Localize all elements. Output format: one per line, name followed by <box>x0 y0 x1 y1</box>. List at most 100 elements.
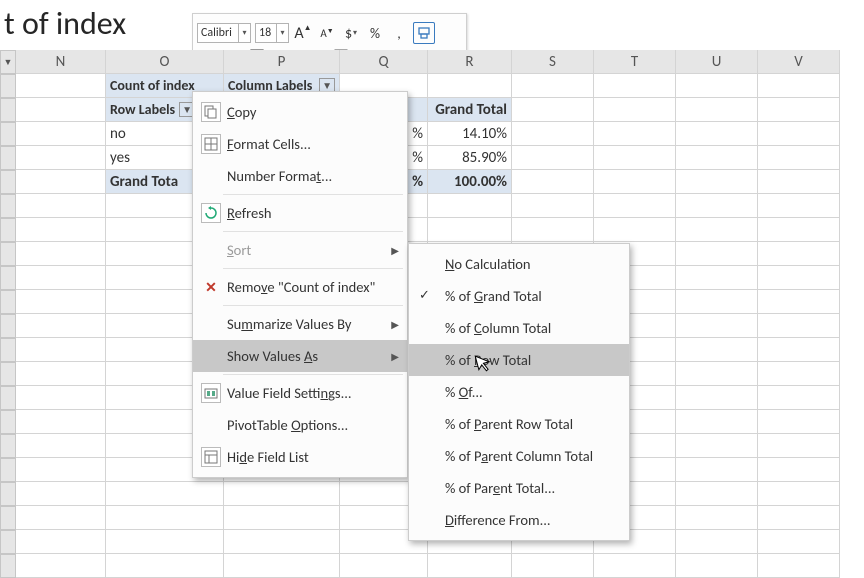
cell[interactable] <box>16 530 106 554</box>
cell[interactable] <box>512 74 594 98</box>
cell[interactable] <box>758 218 840 242</box>
cell[interactable] <box>16 170 106 194</box>
column-header-T[interactable]: T <box>594 50 676 74</box>
cell[interactable] <box>340 554 428 578</box>
submenu-no-calculation[interactable]: No Calculation <box>409 248 629 280</box>
cell[interactable] <box>758 74 840 98</box>
cell[interactable] <box>676 218 758 242</box>
decrease-font-size-icon[interactable]: A▼ <box>317 23 337 43</box>
cell[interactable] <box>676 410 758 434</box>
submenu-pct-parent-column-total[interactable]: % of Parent Column Total <box>409 440 629 472</box>
submenu-pct-column-total[interactable]: % of Column Total <box>409 312 629 344</box>
cell[interactable] <box>16 482 106 506</box>
cell[interactable] <box>676 530 758 554</box>
cell[interactable] <box>758 338 840 362</box>
cell[interactable] <box>758 554 840 578</box>
row-header[interactable] <box>0 194 16 218</box>
menu-value-field-settings[interactable]: Value Field Settings... <box>193 377 407 409</box>
cell[interactable] <box>676 242 758 266</box>
cell[interactable] <box>758 386 840 410</box>
cell[interactable] <box>758 146 840 170</box>
row-header[interactable] <box>0 362 16 386</box>
cell[interactable] <box>676 74 758 98</box>
format-painter-icon[interactable] <box>413 22 435 44</box>
cell[interactable] <box>512 194 594 218</box>
cell[interactable] <box>16 194 106 218</box>
row-header[interactable] <box>0 98 16 122</box>
cell[interactable] <box>106 530 224 554</box>
cell[interactable] <box>224 506 340 530</box>
percent-style-icon[interactable]: % <box>365 23 385 43</box>
submenu-pct-parent-row-total[interactable]: % of Parent Row Total <box>409 408 629 440</box>
cell[interactable] <box>758 410 840 434</box>
row-header[interactable] <box>0 74 16 98</box>
cell[interactable] <box>594 218 676 242</box>
cell[interactable] <box>224 482 340 506</box>
submenu-pct-of[interactable]: % Of... <box>409 376 629 408</box>
row-header[interactable] <box>0 218 16 242</box>
cell[interactable] <box>428 218 512 242</box>
menu-remove[interactable]: ✕ Remove "Count of index" <box>193 271 407 303</box>
menu-hide-field-list[interactable]: Hide Field List <box>193 441 407 473</box>
cell[interactable] <box>758 122 840 146</box>
cell[interactable] <box>512 218 594 242</box>
cell[interactable] <box>224 554 340 578</box>
cell[interactable] <box>16 410 106 434</box>
cell[interactable] <box>16 266 106 290</box>
cell[interactable] <box>758 266 840 290</box>
row-header[interactable] <box>0 482 16 506</box>
submenu-difference-from[interactable]: Difference From... <box>409 504 629 536</box>
cell[interactable] <box>16 554 106 578</box>
cell[interactable] <box>758 170 840 194</box>
cell[interactable] <box>594 554 676 578</box>
menu-format-cells[interactable]: Format Cells... <box>193 128 407 160</box>
cell[interactable] <box>758 458 840 482</box>
cell[interactable] <box>16 386 106 410</box>
cell[interactable] <box>676 290 758 314</box>
column-header-U[interactable]: U <box>676 50 758 74</box>
cell[interactable] <box>676 506 758 530</box>
cell[interactable] <box>758 434 840 458</box>
pivot-value[interactable]: 85.90% <box>428 146 512 170</box>
row-header[interactable] <box>0 554 16 578</box>
cell[interactable] <box>16 458 106 482</box>
menu-number-format[interactable]: Number Format... <box>193 160 407 192</box>
cell[interactable] <box>676 146 758 170</box>
row-header[interactable] <box>0 386 16 410</box>
row-header[interactable] <box>0 290 16 314</box>
cell[interactable] <box>594 170 676 194</box>
cell[interactable] <box>512 554 594 578</box>
select-all-cell[interactable]: ▼ <box>0 50 16 74</box>
cell[interactable] <box>758 530 840 554</box>
cell[interactable] <box>676 434 758 458</box>
row-header[interactable] <box>0 170 16 194</box>
cell[interactable] <box>16 290 106 314</box>
cell[interactable] <box>16 242 106 266</box>
column-header-O[interactable]: O <box>106 50 224 74</box>
pivot-value[interactable]: 14.10% <box>428 122 512 146</box>
cell[interactable] <box>676 170 758 194</box>
menu-sort[interactable]: Sort ▶ <box>193 234 407 266</box>
cell[interactable] <box>512 98 594 122</box>
cell[interactable] <box>428 554 512 578</box>
row-header[interactable] <box>0 458 16 482</box>
cell[interactable] <box>512 170 594 194</box>
cell[interactable] <box>758 242 840 266</box>
row-header[interactable] <box>0 314 16 338</box>
cell[interactable] <box>512 122 594 146</box>
submenu-pct-grand-total[interactable]: ✓ % of Grand Total <box>409 280 629 312</box>
row-header[interactable] <box>0 338 16 362</box>
cell[interactable] <box>676 122 758 146</box>
cell[interactable] <box>106 554 224 578</box>
cell[interactable] <box>758 482 840 506</box>
comma-style-icon[interactable]: , <box>389 23 409 43</box>
cell[interactable] <box>428 194 512 218</box>
row-header[interactable] <box>0 266 16 290</box>
cell[interactable] <box>758 362 840 386</box>
column-header-R[interactable]: R <box>428 50 512 74</box>
cell[interactable] <box>16 122 106 146</box>
cell[interactable] <box>16 434 106 458</box>
cell[interactable] <box>594 74 676 98</box>
column-header-Q[interactable]: Q <box>340 50 428 74</box>
currency-dropdown[interactable]: $▾ <box>341 23 361 43</box>
